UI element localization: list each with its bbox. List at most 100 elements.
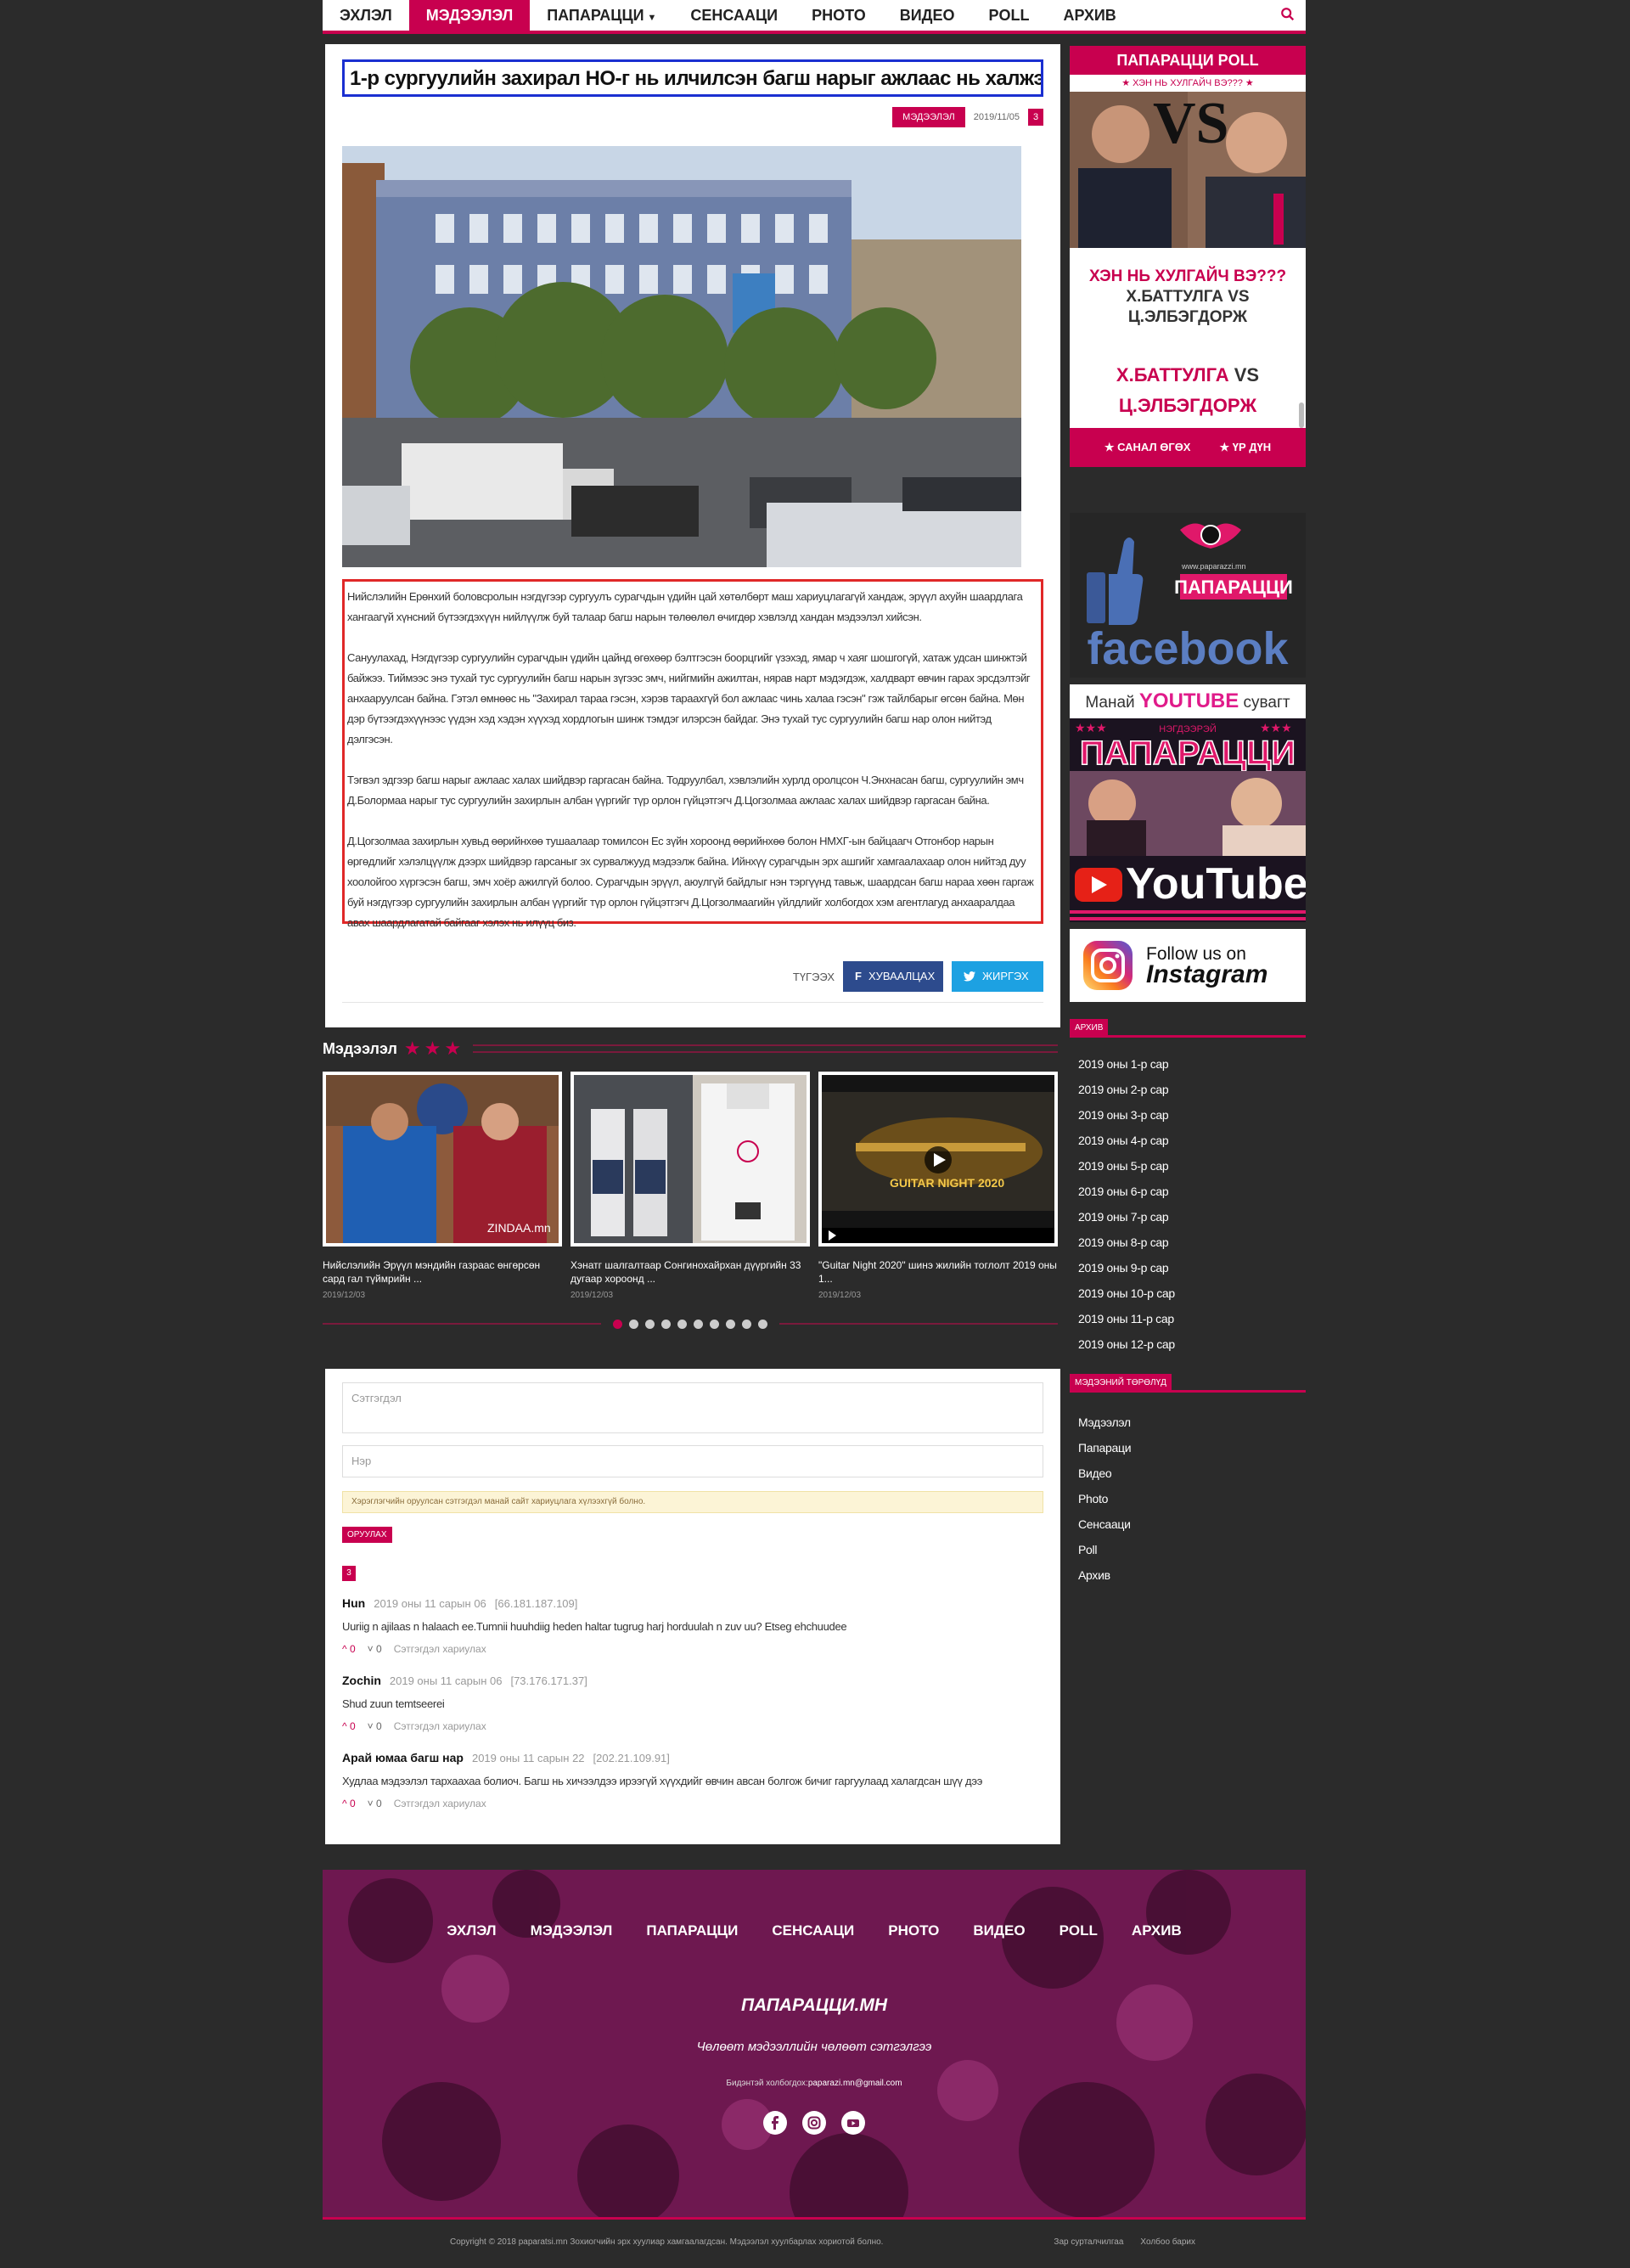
nav-video[interactable]: ВИДЕО xyxy=(883,0,972,31)
related-caption[interactable]: "Guitar Night 2020" шинэ жилийн тоглолт … xyxy=(818,1258,1058,1286)
archive-link[interactable]: 2019 оны 10-р сар xyxy=(1078,1280,1299,1306)
carousel-dot[interactable] xyxy=(726,1319,735,1329)
carousel-dot[interactable] xyxy=(629,1319,638,1329)
archive-link[interactable]: 2019 оны 1-р сар xyxy=(1078,1051,1299,1077)
footer-nav-item[interactable]: ПАПАРАЦЦИ xyxy=(646,1922,738,1939)
related-item[interactable]: Хэнатг шалгалтаар Сонгинохайрхан дүүргий… xyxy=(570,1072,810,1300)
contact-email-link[interactable]: paparazi.mn@gmail.com xyxy=(808,2079,902,2088)
carousel-dot[interactable] xyxy=(645,1319,655,1329)
category-link[interactable]: Видео xyxy=(1078,1460,1299,1486)
comment-textarea[interactable]: Сэтгэгдэл xyxy=(342,1382,1043,1433)
poll-question: ХЭН НЬ ХУЛГАЙЧ ВЭ??? Х.БАТТУЛГА VS Ц.ЭЛБЭ… xyxy=(1070,267,1306,328)
carousel-dot[interactable] xyxy=(694,1319,703,1329)
contact-link[interactable]: Холбоо барих xyxy=(1140,2237,1195,2247)
ad-link[interactable]: Зар сурталчилгаа xyxy=(1054,2237,1123,2247)
category-link[interactable]: Папараци xyxy=(1078,1435,1299,1460)
carousel-dot[interactable] xyxy=(758,1319,767,1329)
contact-label: Бидэнтэй холбогдох: xyxy=(726,2079,808,2088)
archive-link[interactable]: 2019 оны 8-р сар xyxy=(1078,1230,1299,1255)
footer-nav-item[interactable]: POLL xyxy=(1060,1922,1098,1939)
upvote-button[interactable]: ^ 0 xyxy=(342,1643,356,1655)
youtube-icon[interactable] xyxy=(841,2111,865,2135)
downvote-button[interactable]: ˅ 0 xyxy=(368,1643,382,1655)
name-input[interactable]: Нэр xyxy=(342,1445,1043,1477)
category-link[interactable]: Poll xyxy=(1078,1537,1299,1562)
archive-link[interactable]: 2019 оны 3-р сар xyxy=(1078,1102,1299,1128)
school-building-photo xyxy=(342,146,1021,567)
category-link[interactable]: Мэдээлэл xyxy=(1078,1410,1299,1435)
upvote-button[interactable]: ^ 0 xyxy=(342,1798,356,1809)
reply-link[interactable]: Сэтгэгдэл хариулах xyxy=(394,1798,486,1809)
nav-archive[interactable]: АРХИВ xyxy=(1047,0,1133,31)
nav-home[interactable]: ЭХЛЭЛ xyxy=(323,0,409,31)
footer-nav-item[interactable]: СЕНСААЦИ xyxy=(772,1922,854,1939)
carousel-dot[interactable] xyxy=(661,1319,671,1329)
carousel-dot[interactable] xyxy=(677,1319,687,1329)
nav-photo[interactable]: PHOTO xyxy=(795,0,883,31)
downvote-button[interactable]: ˅ 0 xyxy=(368,1798,382,1809)
article-paragraph: Д.Цогзолмаа захирлын хувьд өөрийнхөө туш… xyxy=(347,835,1034,929)
footer-nav-item[interactable]: ВИДЕО xyxy=(973,1922,1025,1939)
nav-sensation[interactable]: СЕНСААЦИ xyxy=(673,0,795,31)
twitter-share-button[interactable]: ЖИРГЭХ xyxy=(952,961,1043,992)
archive-link[interactable]: 2019 оны 6-р сар xyxy=(1078,1179,1299,1204)
archive-link[interactable]: 2019 оны 4-р сар xyxy=(1078,1128,1299,1153)
downvote-count: 0 xyxy=(376,1720,382,1732)
divider xyxy=(342,1002,1043,1003)
nav-news[interactable]: МЭДЭЭЛЭЛ xyxy=(408,0,531,31)
submit-comment-button[interactable]: ОРУУЛАХ xyxy=(342,1527,392,1543)
carousel-dot[interactable] xyxy=(742,1319,751,1329)
results-label: ҮР ДҮН xyxy=(1232,441,1272,453)
results-button[interactable]: ★ ҮР ДҮН xyxy=(1219,441,1271,454)
poll-vs: VS xyxy=(1234,364,1260,386)
reply-link[interactable]: Сэтгэгдэл хариулах xyxy=(394,1720,486,1732)
search-icon[interactable] xyxy=(1280,7,1296,22)
nav-poll[interactable]: POLL xyxy=(972,0,1047,31)
types-list: Мэдээлэл Папараци Видео Photo Сенсааци Poll Ар… xyxy=(1078,1410,1299,1588)
category-link[interactable]: Сенсааци xyxy=(1078,1511,1299,1537)
related-thumbnail[interactable] xyxy=(570,1072,810,1247)
nav-paparazzi[interactable]: ПАПАРАЦЦИ ▼ xyxy=(530,0,673,31)
related-caption[interactable]: Хэнатг шалгалтаар Сонгинохайрхан дүүргий… xyxy=(570,1258,810,1286)
instagram-icon[interactable] xyxy=(802,2111,826,2135)
footer-nav-item[interactable]: PHOTO xyxy=(888,1922,939,1939)
carousel-dot[interactable] xyxy=(710,1319,719,1329)
downvote-button[interactable]: ˅ 0 xyxy=(368,1720,382,1732)
archive-link[interactable]: 2019 оны 2-р сар xyxy=(1078,1077,1299,1102)
footer-nav-item[interactable]: МЭДЭЭЛЭЛ xyxy=(531,1922,613,1939)
related-item[interactable]: ZINDAA.mn Нийслэлийн Эрүүл мэндийн газра… xyxy=(323,1072,562,1300)
facebook-share-button[interactable]: f ХУВААЛЦАХ xyxy=(843,961,943,992)
facebook-banner-brand: ПАПАРАЦЦИ xyxy=(1174,577,1293,598)
related-thumbnail[interactable]: GUITAR NIGHT 2020 xyxy=(818,1072,1058,1247)
archive-link[interactable]: 2019 оны 5-р сар xyxy=(1078,1153,1299,1179)
category-link[interactable]: Photo xyxy=(1078,1486,1299,1511)
related-header: Мэдээлэл ★★★ xyxy=(323,1038,1058,1060)
poll-option-b[interactable]: Ц.ЭЛБЭГДОРЖ xyxy=(1070,391,1306,421)
facebook-banner[interactable]: www.paparazzi.mn ПАПАРАЦЦИ facebook xyxy=(1070,513,1306,678)
archive-link[interactable]: 2019 оны 12-р сар xyxy=(1078,1331,1299,1357)
category-link[interactable]: Архив xyxy=(1078,1562,1299,1588)
carousel-dots xyxy=(601,1319,779,1329)
instagram-banner[interactable]: Follow us on Instagram xyxy=(1070,929,1306,1002)
upvote-button[interactable]: ^ 0 xyxy=(342,1720,356,1732)
youtube-banner[interactable]: Манай YOUTUBE сувагт ★★★ НЭГДЭЭРЭЙ ★★★ П… xyxy=(1070,684,1306,922)
archive-link[interactable]: 2019 оны 9-р сар xyxy=(1078,1255,1299,1280)
poll-scrollbar[interactable] xyxy=(1299,402,1304,428)
carousel-dot[interactable] xyxy=(613,1319,622,1329)
category-badge[interactable]: МЭДЭЭЛЭЛ xyxy=(892,107,965,127)
footer-nav-item[interactable]: АРХИВ xyxy=(1132,1922,1182,1939)
comment-text: Uuriig n ajilaas n halaach ee.Tumnii huu… xyxy=(342,1620,847,1633)
related-caption[interactable]: Нийслэлийн Эрүүл мэндийн газраас өнгөрсө… xyxy=(323,1258,562,1286)
archive-link[interactable]: 2019 оны 7-р сар xyxy=(1078,1204,1299,1230)
poll-option-a[interactable]: Х.БАТТУЛГА xyxy=(1116,364,1229,386)
footer-nav-item[interactable]: ЭХЛЭЛ xyxy=(447,1922,496,1939)
reply-link[interactable]: Сэтгэгдэл хариулах xyxy=(394,1643,486,1655)
archive-link[interactable]: 2019 оны 11-р сар xyxy=(1078,1306,1299,1331)
comment-count-badge[interactable]: 3 xyxy=(1028,109,1043,126)
related-thumbnail[interactable]: ZINDAA.mn xyxy=(323,1072,562,1247)
vote-button[interactable]: ★ САНАЛ ӨГӨХ xyxy=(1104,441,1191,454)
related-item[interactable]: GUITAR NIGHT 2020 "Guitar Night 2020" ши… xyxy=(818,1072,1058,1300)
comment-author: Zochin xyxy=(342,1674,381,1687)
facebook-icon[interactable] xyxy=(763,2111,787,2135)
poll-options: Х.БАТТУЛГА VS Ц.ЭЛБЭГДОРЖ xyxy=(1070,360,1306,421)
